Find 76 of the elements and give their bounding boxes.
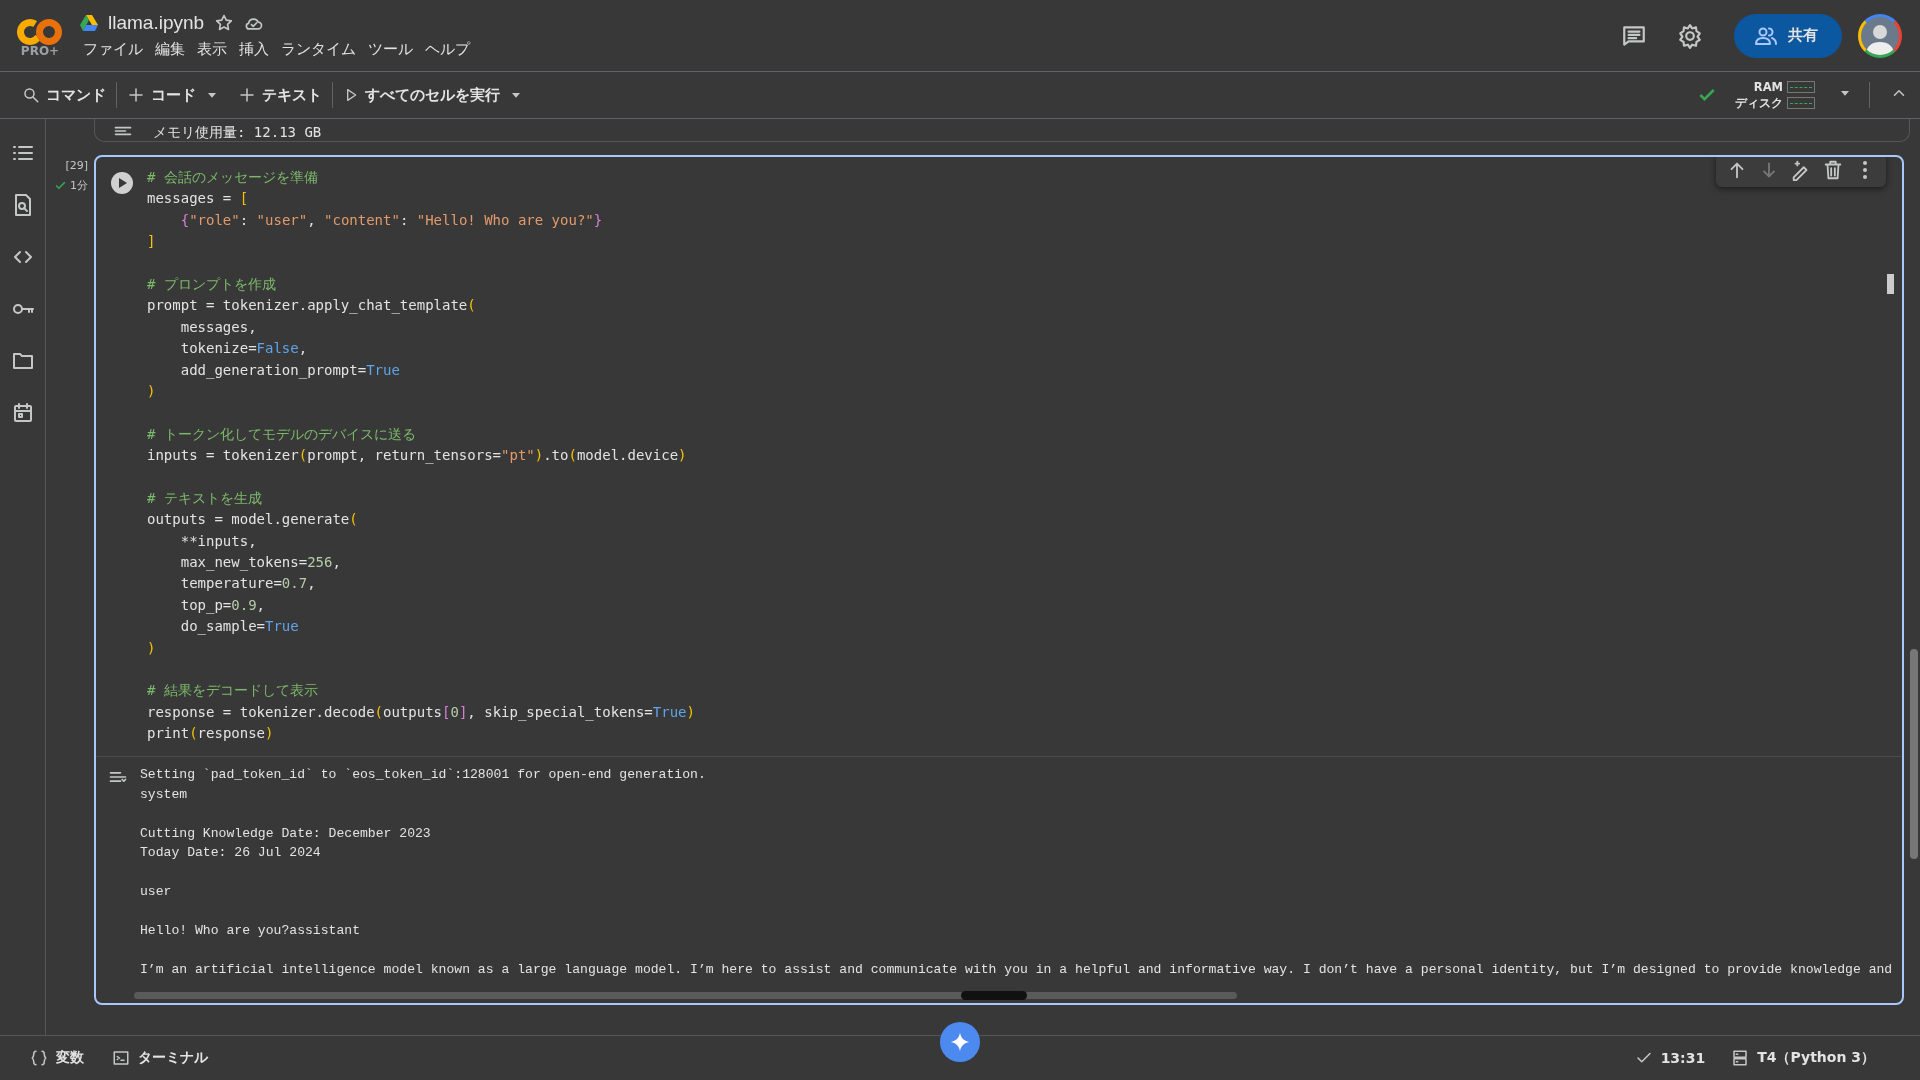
scrollbar[interactable] <box>134 992 1237 999</box>
scroll-marker <box>1887 274 1894 294</box>
code-line: **inputs, <box>179 531 258 551</box>
code-line: # プロンプトを作成 <box>147 274 277 294</box>
execution-time: 1分 <box>70 178 88 193</box>
code-line: add_generation_prompt=True <box>179 360 401 381</box>
menu-item[interactable]: 挿入 <box>236 40 276 59</box>
server-icon <box>1731 1049 1750 1067</box>
output-line: Today Date: 26 Jul 2024 <box>140 844 322 862</box>
execution-status[interactable]: 13:31 <box>1634 1049 1706 1067</box>
runtime-status[interactable]: T4（Python 3） <box>1731 1049 1875 1067</box>
execution-count: [29] <box>65 159 88 172</box>
code-line: response = tokenizer.decode(outputs[0], skip_special_tokens=True) <box>147 702 695 723</box>
ram-meter <box>1787 80 1815 93</box>
run-all-button[interactable]: すべてのセルを実行 <box>335 77 508 113</box>
add-text-button[interactable]: テキスト <box>230 77 330 113</box>
star-icon <box>214 13 235 33</box>
notebook-title[interactable]: llama.ipynb <box>108 12 205 34</box>
logo-icon <box>17 17 63 46</box>
menu-item[interactable]: ランタイム <box>278 40 363 59</box>
braces-icon <box>30 1049 48 1067</box>
settings-icon <box>1677 22 1703 49</box>
terminal-icon <box>112 1049 130 1067</box>
code-line: # 会話のメッセージを準備 <box>147 168 319 187</box>
scrollbar[interactable] <box>1910 649 1918 859</box>
more-icon <box>1862 160 1868 180</box>
code-line: {"role": "user", "content": "Hello! Who are you?"} <box>179 210 604 230</box>
drive-icon <box>80 15 98 31</box>
code-line: # トークン化してモデルのデバイスに送る <box>147 424 417 444</box>
disk-meter <box>1787 97 1815 109</box>
code-line: do_sample=True <box>179 617 300 637</box>
ram-label: RAM <box>1752 79 1783 94</box>
command-button[interactable]: コマンド <box>14 77 114 113</box>
code-line: ] <box>147 232 157 252</box>
code-line: print(response) <box>147 724 275 744</box>
plus-icon <box>238 86 256 104</box>
gemini-button[interactable] <box>940 1022 980 1062</box>
code-line: # 結果をデコードして表示 <box>147 681 319 701</box>
code-line: inputs = tokenizer(prompt, return_tensors="pt").to(model.device) <box>147 446 688 466</box>
output-line: user <box>140 883 173 901</box>
code-line: messages = [ <box>147 189 250 209</box>
menu-item[interactable]: ツール <box>365 40 420 59</box>
code-line: # テキストを生成 <box>147 488 263 508</box>
output-line: Cutting Knowledge Date: December 2023 <box>140 824 432 843</box>
output-line: メモリ使用量: 12.13 GB <box>153 123 322 141</box>
code-line: max_new_tokens=256, <box>179 553 342 573</box>
code-line: temperature=0.7, <box>179 574 317 594</box>
variables-button[interactable]: 変数 <box>30 1049 84 1067</box>
terminal-button[interactable]: ターミナル <box>112 1049 208 1067</box>
plan-label: PRO+ <box>20 43 60 58</box>
menu-item[interactable]: 編集 <box>152 40 192 59</box>
menu-item[interactable]: ファイル <box>80 40 150 59</box>
disk-label: ディスク <box>1735 95 1783 111</box>
menu-item[interactable]: ヘルプ <box>422 40 477 59</box>
code-line: messages, <box>179 317 258 337</box>
run-button[interactable] <box>109 171 134 195</box>
output-line: system <box>140 785 189 804</box>
output-line: Setting `pad_token_id` to `eos_token_id`:128001 for open-end generation. <box>140 766 707 784</box>
menu-item[interactable]: 表示 <box>194 40 234 59</box>
code-line: ) <box>147 638 157 658</box>
plus-icon <box>127 86 145 104</box>
trash-icon <box>1822 159 1844 181</box>
add-code-button[interactable]: コード <box>119 77 204 113</box>
code-line: outputs = model.generate( <box>147 510 359 530</box>
share-button[interactable]: 共有 <box>1734 13 1842 58</box>
code-cell[interactable] <box>94 155 1904 1005</box>
code-line: ) <box>147 381 157 401</box>
code-line: top_p=0.9, <box>179 595 267 616</box>
output-line: Hello! Who are you?assistant <box>140 922 361 940</box>
code-line: prompt = tokenizer.apply_chat_template( <box>147 296 477 316</box>
output-line: I’m an artificial intelligence model known as a large language model. I’m here to assist and communicate with you in a helpful and informative way. I don’t have a personal identity, but I’m designed to provide knowledge and <box>140 961 1893 979</box>
avatar[interactable] <box>1858 13 1902 58</box>
search-icon <box>22 86 40 104</box>
sparkle-icon <box>950 1032 970 1052</box>
code-line: tokenize=False, <box>179 339 309 359</box>
check-icon <box>54 179 67 192</box>
